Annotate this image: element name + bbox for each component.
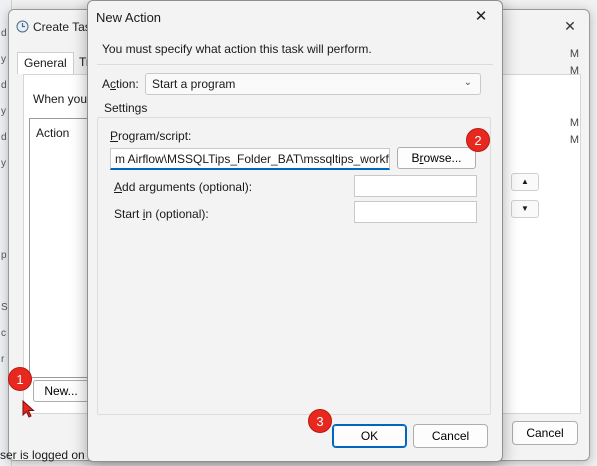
add-arguments-input[interactable] [354,175,477,197]
action-column-header[interactable]: Action [36,126,69,140]
strip-text: d [1,132,7,143]
edge-text: M [569,48,579,60]
new-action-dialog: New Action ✕ You must specify what actio… [87,0,503,462]
action-dropdown[interactable]: Start a program ⌄ [145,73,481,95]
callout-badge-2: 2 [466,128,490,152]
close-icon[interactable]: ✕ [470,7,492,27]
edge-text: M [569,65,579,77]
add-arguments-label: Add arguments (optional): [114,180,253,194]
strip-text: y [1,106,6,117]
strip-text: c [1,328,6,339]
browse-button[interactable]: Br owse... [397,147,476,169]
new-action-button[interactable]: New... [33,380,89,402]
chevron-down-icon: ⌄ [463,77,472,88]
arrow-down-icon: ▼ [521,204,529,213]
strip-text: d [1,80,7,91]
create-task-cancel-button[interactable]: Cancel [512,421,578,445]
move-down-button[interactable]: ▼ [511,200,539,218]
callout-badge-3: 3 [308,409,332,433]
tab-general[interactable]: General [17,52,74,74]
strip-text: d [1,28,7,39]
program-script-label: Program/script: [110,129,192,143]
start-in-input[interactable] [354,201,477,223]
dialog-title: New Action [96,10,162,25]
instruction-text: You must specify what action this task w… [102,42,372,56]
edge-text: M [569,134,579,146]
logon-option-text: ser is logged on [0,448,85,462]
settings-group-label: Settings [104,101,148,115]
strip-text: y [1,54,6,65]
clock-icon [16,20,29,36]
start-in-label: Start in (optional): [114,207,209,221]
edge-text: M [569,117,579,129]
callout-badge-1: 1 [8,367,32,391]
arrow-up-icon: ▲ [521,177,529,186]
move-up-button[interactable]: ▲ [511,173,539,191]
mouse-pointer-icon [22,399,36,421]
strip-text: r [1,354,5,365]
cancel-button[interactable]: Cancel [413,424,488,448]
strip-text: y [1,158,6,169]
close-icon[interactable]: ✕ [559,16,581,36]
strip-text: p [1,250,7,261]
divider [97,64,493,65]
ok-button[interactable]: OK [332,424,407,448]
action-label: Action: [102,77,139,91]
program-script-input[interactable]: m Airflow\MSSQLTips_Folder_BAT\mssqltips… [110,148,390,170]
action-dropdown-value: Start a program [152,77,236,91]
strip-text: S [1,302,8,313]
